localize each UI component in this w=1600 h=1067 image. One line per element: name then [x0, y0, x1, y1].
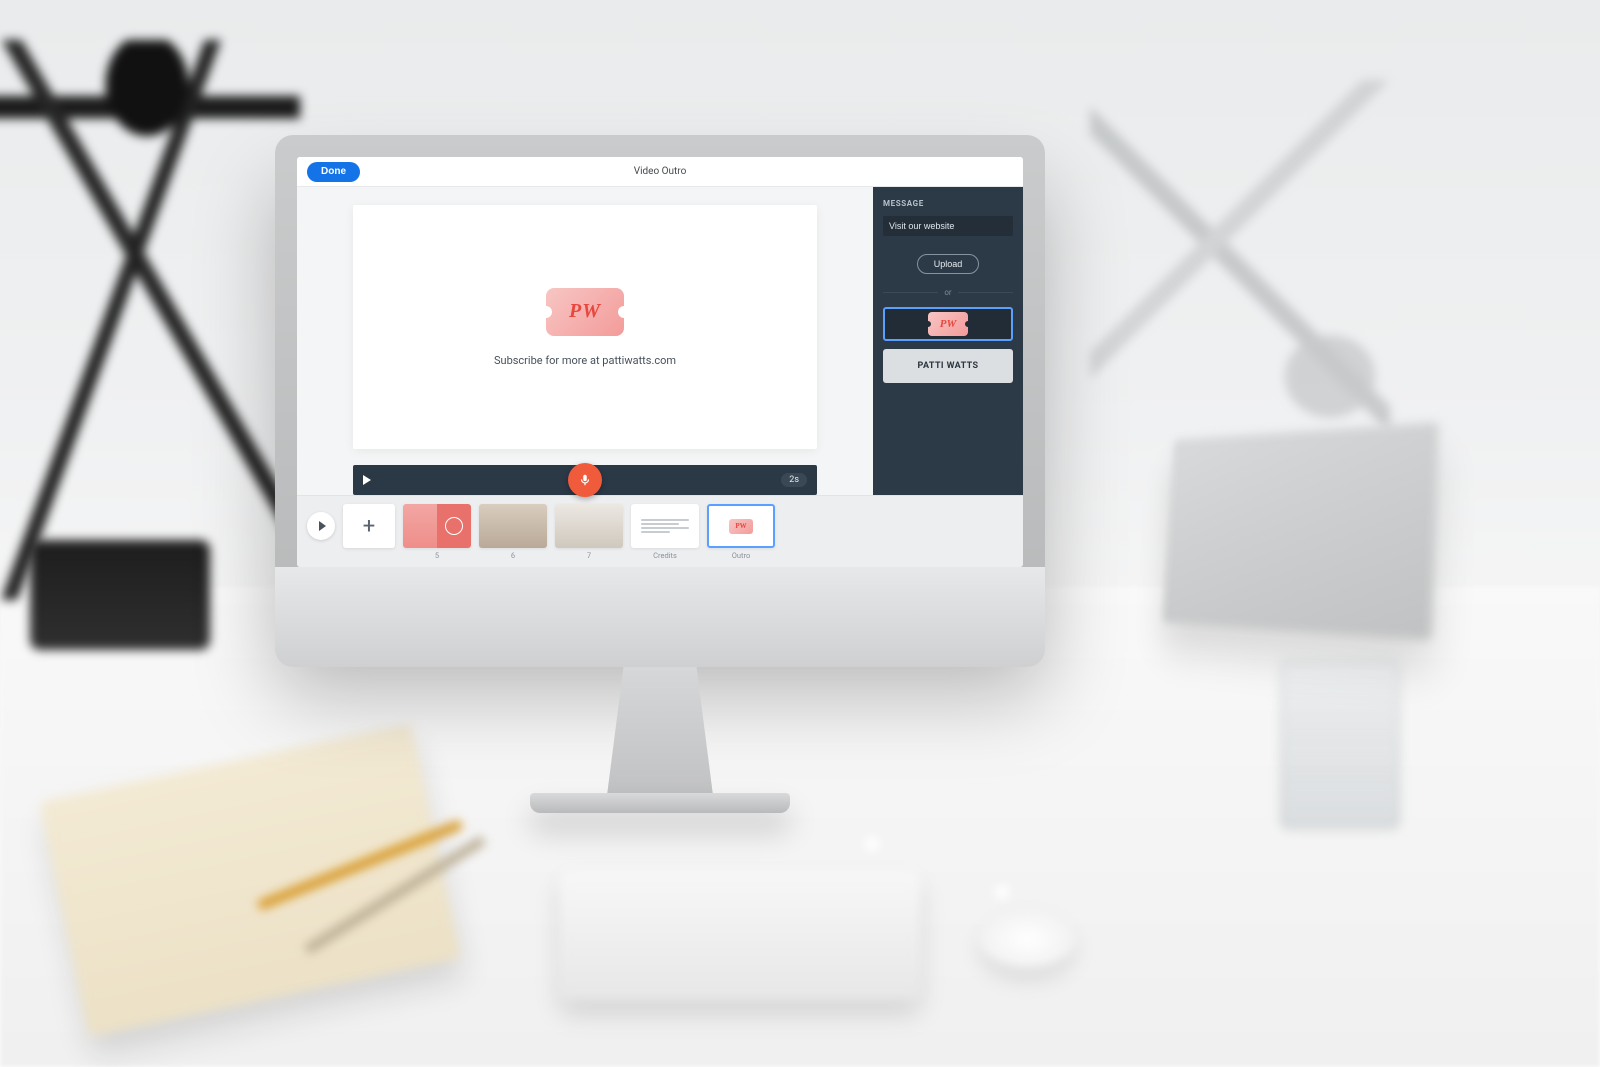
slide-caption: Subscribe for more at pattiwatts.com [494, 354, 676, 367]
laptop-prop [1162, 422, 1438, 640]
slide-label: Credits [653, 551, 677, 560]
message-input[interactable] [883, 216, 1013, 236]
storyboard-item: 6 [479, 504, 547, 560]
record-narration-button[interactable] [568, 463, 602, 497]
storyboard-item: Credits [631, 504, 699, 560]
slide-thumbnail-outro[interactable]: PW [707, 504, 775, 548]
add-slide-button[interactable]: + [343, 504, 395, 548]
imac-chin [275, 567, 1045, 667]
or-divider: or [883, 288, 1013, 297]
page-title: Video Outro [297, 166, 1023, 177]
slide-thumbnail-credits[interactable] [631, 504, 699, 548]
side-panel: MESSAGE Upload or PW PATTI WATTS [873, 187, 1023, 495]
app-window: Done Video Outro PW Subscribe for more a… [297, 157, 1023, 567]
upload-button[interactable]: Upload [917, 254, 980, 274]
done-button[interactable]: Done [307, 162, 360, 182]
slide-thumbnail-7[interactable] [555, 504, 623, 548]
outro-slide-preview: PW Subscribe for more at pattiwatts.com [353, 205, 817, 449]
imac: Done Video Outro PW Subscribe for more a… [275, 135, 1045, 645]
imac-stand-foot [530, 793, 790, 813]
earbuds-prop [820, 780, 1080, 940]
workspace: PW Subscribe for more at pattiwatts.com … [297, 187, 1023, 495]
slide-duration[interactable]: 2s [781, 473, 807, 487]
slide-label: 7 [587, 551, 591, 560]
storyboard: + 5 6 7 [297, 495, 1023, 567]
play-icon [319, 521, 326, 531]
desk-lamp-right [1090, 80, 1390, 460]
slide-label: Outro [732, 551, 751, 560]
storyboard-item: PW Outro [707, 504, 775, 560]
outro-thumb-badge: PW [729, 519, 753, 534]
message-label: MESSAGE [883, 199, 1013, 208]
brand-asset-text[interactable]: PATTI WATTS [883, 349, 1013, 383]
storyboard-play-button[interactable] [307, 512, 335, 540]
brand-logo: PW [546, 288, 624, 336]
topbar: Done Video Outro [297, 157, 1023, 187]
slide-label: 5 [435, 551, 439, 560]
player-bar: 2s [353, 465, 817, 495]
brand-logo-text: PW [569, 300, 601, 323]
or-label: or [944, 288, 951, 297]
slide-thumbnail-5[interactable] [403, 504, 471, 548]
slide-label: 6 [511, 551, 515, 560]
water-glass [1280, 660, 1400, 830]
slide-thumbnail-6[interactable] [479, 504, 547, 548]
desk-lamp-left [0, 40, 300, 600]
storyboard-item: 7 [555, 504, 623, 560]
play-icon[interactable] [363, 475, 371, 485]
scene: Done Video Outro PW Subscribe for more a… [0, 0, 1600, 1067]
desk-lamp-left-base [30, 540, 210, 650]
brand-asset-logo-icon: PW [928, 312, 968, 336]
stage-column: PW Subscribe for more at pattiwatts.com … [297, 187, 873, 495]
storyboard-item: 5 [403, 504, 471, 560]
microphone-icon [578, 473, 592, 487]
brand-asset-logo[interactable]: PW [883, 307, 1013, 341]
